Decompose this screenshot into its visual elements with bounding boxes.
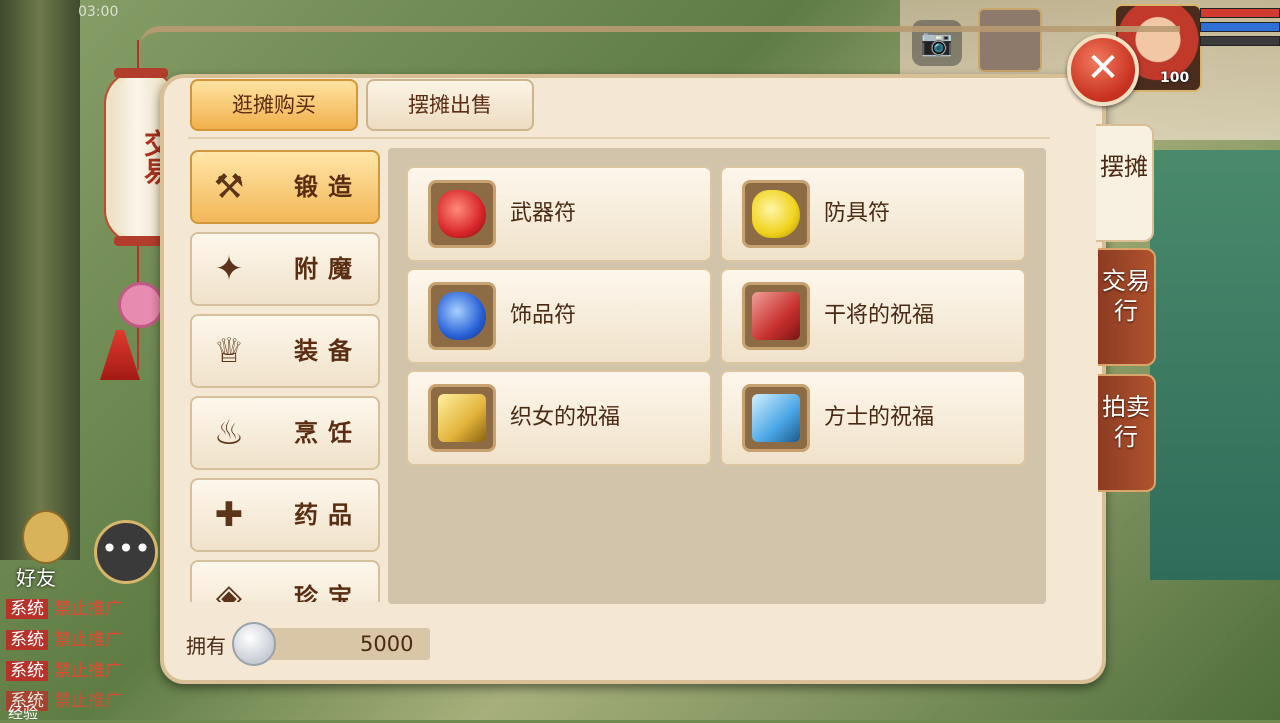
cooking-pot-icon: ♨: [213, 413, 245, 453]
category-treasure[interactable]: ◈ 珍宝: [190, 560, 380, 602]
friend-label: 好友: [16, 566, 56, 590]
close-button[interactable]: ✕: [1067, 34, 1139, 106]
accessory-talisman-icon: [438, 292, 486, 340]
silver-coin-icon: [232, 622, 276, 666]
chat-channel-tag: 系统: [6, 599, 48, 619]
category-label: 药品: [294, 501, 362, 529]
item-slot: [742, 282, 810, 350]
weapon-talisman-icon: [438, 190, 486, 238]
item-name: 织女的祝福: [510, 405, 621, 430]
scene-garden: [1150, 150, 1280, 580]
item-armor-talisman[interactable]: 防具符: [720, 166, 1026, 262]
status-time: 03:00: [78, 4, 119, 20]
charm-icon: [118, 282, 164, 328]
item-name: 防具符: [824, 201, 891, 226]
player-level: 100: [1160, 70, 1190, 86]
side-tab-auction-house[interactable]: 拍卖行: [1098, 374, 1156, 492]
chat-message: 禁止推广: [54, 661, 122, 681]
category-enchant[interactable]: ✦ 附魔: [190, 232, 380, 306]
magic-wand-icon: ✦: [214, 249, 244, 289]
tab-browse-buy[interactable]: 逛摊购买: [190, 79, 358, 131]
zhinu-blessing-scroll-icon: [438, 394, 486, 442]
chat-message: 禁止推广: [54, 630, 122, 650]
category-label: 装备: [294, 337, 362, 365]
category-forge[interactable]: ⚒ 锻造: [190, 150, 380, 224]
chat-line[interactable]: 系统 禁止推广: [6, 596, 156, 622]
chat-line[interactable]: 系统 禁止推广: [6, 627, 156, 653]
item-grid: 武器符 防具符 饰品符 干将的祝福 织女的祝福 方士的祝福: [388, 148, 1046, 604]
chat-bubble-icon[interactable]: •••: [94, 520, 158, 584]
chat-message: 禁止推广: [54, 599, 122, 619]
item-name: 武器符: [510, 201, 577, 226]
hammer-icon: ⚒: [213, 167, 245, 207]
side-tab-stall[interactable]: 摆摊: [1096, 124, 1154, 242]
hp-bar: [1200, 8, 1280, 18]
item-fangshi-blessing[interactable]: 方士的祝福: [720, 370, 1026, 466]
mp-bar: [1200, 22, 1280, 32]
panel-dragon-ornament: [140, 26, 1180, 56]
ganjiang-blessing-scroll-icon: [752, 292, 800, 340]
item-slot: [428, 180, 496, 248]
category-label: 珍宝: [294, 583, 362, 602]
item-slot: [742, 180, 810, 248]
item-zhinu-blessing[interactable]: 织女的祝福: [406, 370, 712, 466]
category-label: 附魔: [294, 255, 362, 283]
helmet-icon: ♕: [213, 331, 245, 371]
fangshi-blessing-scroll-icon: [752, 394, 800, 442]
item-name: 方士的祝福: [824, 405, 935, 430]
friend-icon: [22, 510, 70, 564]
money-value: 5000: [360, 632, 414, 656]
money-label: 拥有: [186, 634, 226, 658]
tab-stall-sell[interactable]: 摆摊出售: [366, 79, 534, 131]
category-medicine[interactable]: ✚ 药品: [190, 478, 380, 552]
medicine-bottle-icon: ✚: [214, 495, 244, 535]
chat-message: 禁止推广: [54, 691, 122, 711]
item-ganjiang-blessing[interactable]: 干将的祝福: [720, 268, 1026, 364]
treasure-ring-icon: ◈: [215, 577, 243, 602]
category-list[interactable]: ⚒ 锻造 ✦ 附魔 ♕ 装备 ♨ 烹饪 ✚ 药品 ◈ 珍宝: [188, 148, 386, 602]
chat-channel-tag: 系统: [6, 630, 48, 650]
category-cooking[interactable]: ♨ 烹饪: [190, 396, 380, 470]
item-name: 饰品符: [510, 303, 577, 328]
tab-divider: [188, 137, 1050, 139]
item-slot: [428, 384, 496, 452]
category-equipment[interactable]: ♕ 装备: [190, 314, 380, 388]
category-label: 锻造: [294, 173, 362, 201]
item-weapon-talisman[interactable]: 武器符: [406, 166, 712, 262]
anger-bar: [1200, 36, 1280, 46]
category-label: 烹饪: [294, 419, 362, 447]
item-name: 干将的祝福: [824, 303, 935, 328]
item-slot: [742, 384, 810, 452]
side-tab-trading-house[interactable]: 交易行: [1098, 248, 1156, 366]
scene-dragon-pillar: [0, 0, 80, 560]
chat-line[interactable]: 系统 禁止推广: [6, 658, 156, 684]
armor-talisman-icon: [752, 190, 800, 238]
item-accessory-talisman[interactable]: 饰品符: [406, 268, 712, 364]
item-slot: [428, 282, 496, 350]
chat-channel-tag: 系统: [6, 661, 48, 681]
